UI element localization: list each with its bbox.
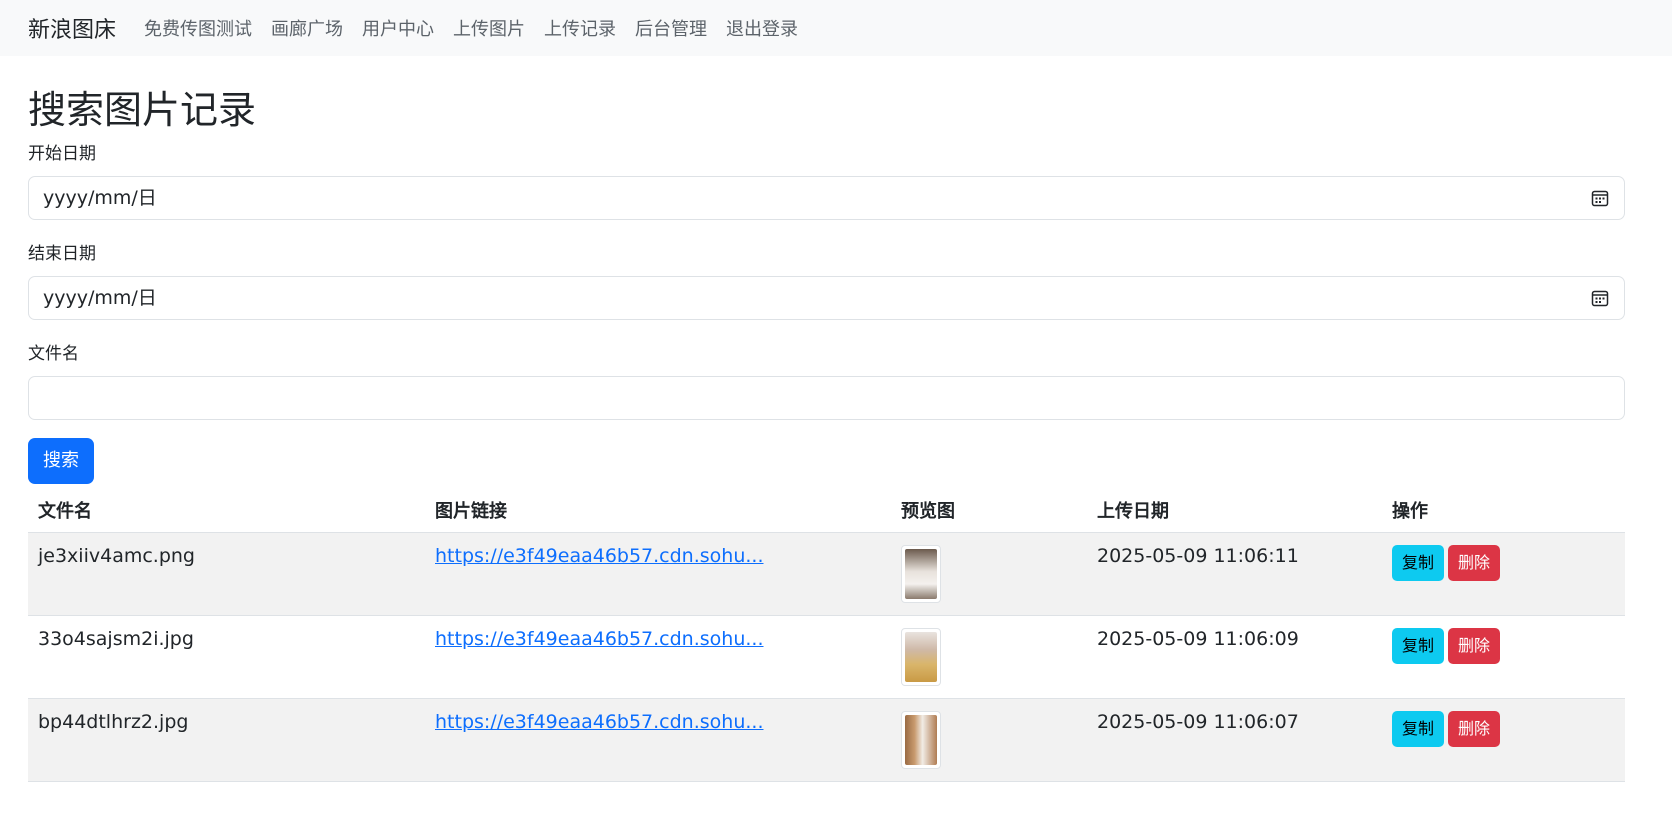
filename-input[interactable] <box>28 376 1625 420</box>
delete-button[interactable]: 删除 <box>1448 711 1501 747</box>
search-button[interactable]: 搜索 <box>28 438 94 484</box>
table-header-row: 文件名 图片链接 预览图 上传日期 操作 <box>28 488 1625 533</box>
top-navbar: 新浪图床 免费传图测试 画廊广场 用户中心 上传图片 上传记录 后台管理 退出登… <box>0 0 1672 56</box>
cell-filename: je3xiiv4amc.png <box>28 532 425 616</box>
header-image-link: 图片链接 <box>425 488 891 533</box>
end-date-value: yyyy/mm/日 <box>43 287 157 309</box>
preview-image <box>905 715 937 765</box>
main-container: 搜索图片记录 开始日期 yyyy/mm/日 结束日期 yyyy/mm/日 文件名… <box>0 88 1653 782</box>
end-date-input[interactable]: yyyy/mm/日 <box>28 276 1625 320</box>
brand-logo[interactable]: 新浪图床 <box>28 12 116 44</box>
cell-upload-date: 2025-05-09 11:06:07 <box>1087 698 1382 782</box>
start-date-input[interactable]: yyyy/mm/日 <box>28 176 1625 220</box>
preview-image <box>905 632 937 682</box>
cell-filename: bp44dtlhrz2.jpg <box>28 698 425 782</box>
nav-link-logout[interactable]: 退出登录 <box>726 15 798 41</box>
filename-field: 文件名 <box>28 342 1625 420</box>
copy-button[interactable]: 复制 <box>1392 628 1445 664</box>
copy-button[interactable]: 复制 <box>1392 545 1445 581</box>
nav-link-free-upload-test[interactable]: 免费传图测试 <box>144 15 252 41</box>
preview-image <box>905 549 937 599</box>
filename-label: 文件名 <box>28 344 79 364</box>
start-date-value: yyyy/mm/日 <box>43 187 157 209</box>
preview-thumbnail[interactable] <box>901 711 941 769</box>
calendar-icon[interactable] <box>1591 189 1609 207</box>
end-date-label: 结束日期 <box>28 244 96 264</box>
table-row: bp44dtlhrz2.jpg https://e3f49eaa46b57.cd… <box>28 698 1625 782</box>
header-preview: 预览图 <box>891 488 1087 533</box>
cell-filename: 33o4sajsm2i.jpg <box>28 615 425 699</box>
start-date-label: 开始日期 <box>28 144 96 164</box>
nav-link-user-center[interactable]: 用户中心 <box>362 15 434 41</box>
nav-link-upload-image[interactable]: 上传图片 <box>453 15 525 41</box>
nav-link-gallery[interactable]: 画廊广场 <box>271 15 343 41</box>
image-link[interactable]: https://e3f49eaa46b57.cdn.sohu... <box>435 628 764 650</box>
calendar-icon[interactable] <box>1591 289 1609 307</box>
copy-button[interactable]: 复制 <box>1392 711 1445 747</box>
end-date-field: 结束日期 yyyy/mm/日 <box>28 242 1625 320</box>
image-link[interactable]: https://e3f49eaa46b57.cdn.sohu... <box>435 545 764 567</box>
records-table: 文件名 图片链接 预览图 上传日期 操作 je3xiiv4amc.png htt… <box>28 488 1625 782</box>
nav-link-admin[interactable]: 后台管理 <box>635 15 707 41</box>
delete-button[interactable]: 删除 <box>1448 628 1501 664</box>
header-upload-date: 上传日期 <box>1087 488 1382 533</box>
start-date-field: 开始日期 yyyy/mm/日 <box>28 142 1625 220</box>
preview-thumbnail[interactable] <box>901 628 941 686</box>
cell-upload-date: 2025-05-09 11:06:11 <box>1087 532 1382 616</box>
image-link[interactable]: https://e3f49eaa46b57.cdn.sohu... <box>435 711 764 733</box>
table-row: 33o4sajsm2i.jpg https://e3f49eaa46b57.cd… <box>28 615 1625 699</box>
delete-button[interactable]: 删除 <box>1448 545 1501 581</box>
cell-upload-date: 2025-05-09 11:06:09 <box>1087 615 1382 699</box>
page-title: 搜索图片记录 <box>28 88 257 132</box>
header-actions: 操作 <box>1382 488 1625 533</box>
header-filename: 文件名 <box>28 488 425 533</box>
preview-thumbnail[interactable] <box>901 545 941 603</box>
table-row: je3xiiv4amc.png https://e3f49eaa46b57.cd… <box>28 532 1625 616</box>
nav-link-upload-records[interactable]: 上传记录 <box>544 15 616 41</box>
